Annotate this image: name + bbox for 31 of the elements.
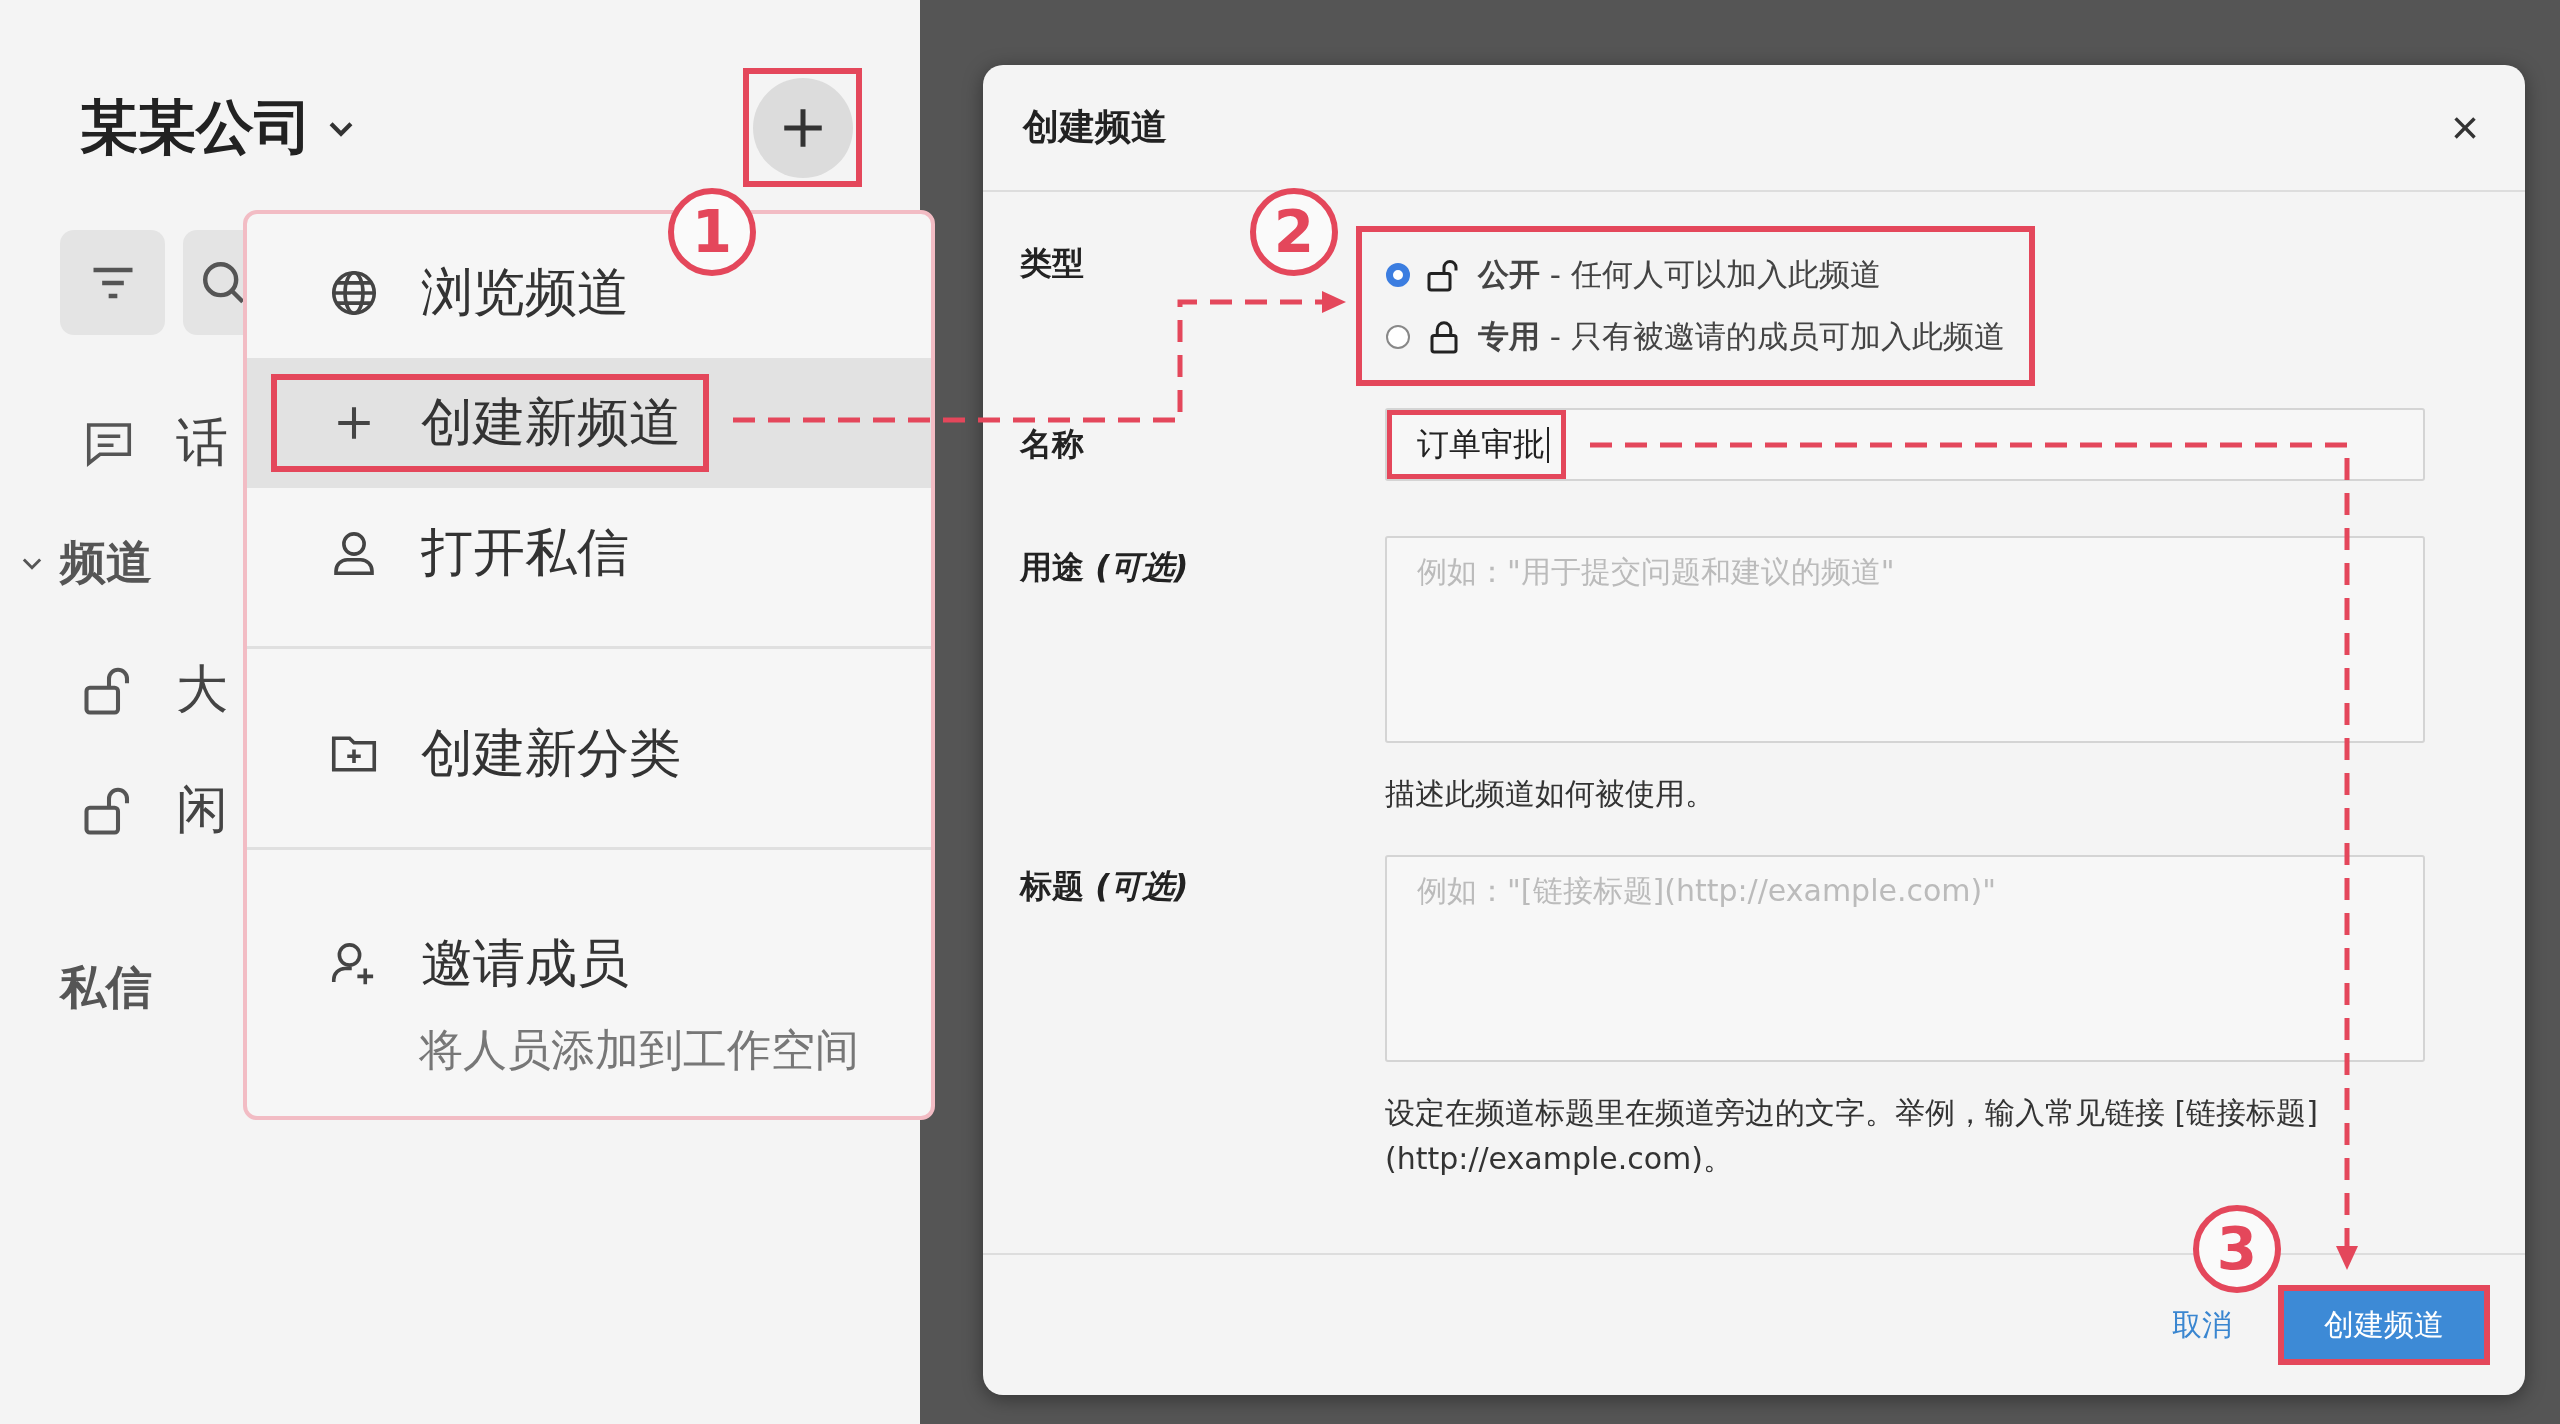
menu-item[interactable]: 打开私信 (277, 510, 651, 596)
dialog-title: 创建频道 (1023, 105, 1167, 149)
menu-item[interactable]: 创建新分类 (277, 711, 703, 797)
section-heading[interactable]: 频道 (60, 532, 152, 594)
filter-button[interactable] (60, 230, 165, 335)
help-text: 设定在频道标题里在频道旁边的文字。举例，输入常见链接 [链接标题](http://example.com)。 (1385, 1094, 2319, 1178)
radio-button[interactable] (1386, 263, 1410, 287)
name-field[interactable]: 订单审批 (1385, 408, 2425, 481)
field-label: 类型 (1020, 243, 1085, 284)
purpose-field[interactable]: 例如："用于提交问题和建议的频道" (1385, 536, 2425, 743)
section-heading[interactable]: 私信 (60, 957, 152, 1019)
channel-item[interactable]: 闲 (176, 775, 228, 845)
add-button[interactable] (743, 68, 862, 187)
help-text: 描述此频道如何被使用。 (1385, 775, 1716, 813)
menu-item[interactable]: 创建新频道 (277, 380, 703, 466)
field-label: 用途 (可选) (1020, 547, 1190, 588)
radio-label[interactable]: 公开 - 任何人可以加入此频道 (1478, 254, 1881, 296)
field-label: 标题 (可选) (1020, 866, 1190, 907)
menu-item[interactable]: 邀请成员 (277, 920, 651, 1007)
menu-item[interactable]: 浏览频道 (277, 250, 651, 336)
create-button[interactable]: 创建频道 (2278, 1285, 2490, 1365)
search-icon (203, 261, 245, 304)
radio-button[interactable] (1386, 325, 1410, 349)
workspace-name[interactable]: 某某公司 (80, 88, 312, 167)
field-label: 名称 (1020, 424, 1085, 465)
radio-label[interactable]: 专用 - 只有被邀请的成员可加入此频道 (1478, 316, 2005, 358)
sidebar-item[interactable]: 话 (176, 408, 228, 478)
menu-item-description: 将人员添加到工作空间 (418, 1022, 860, 1077)
header-field[interactable]: 例如："[链接标题](http://example.com)" (1385, 855, 2425, 1062)
close-button[interactable]: × (2444, 100, 2485, 155)
channel-item[interactable]: 大 (176, 655, 228, 725)
